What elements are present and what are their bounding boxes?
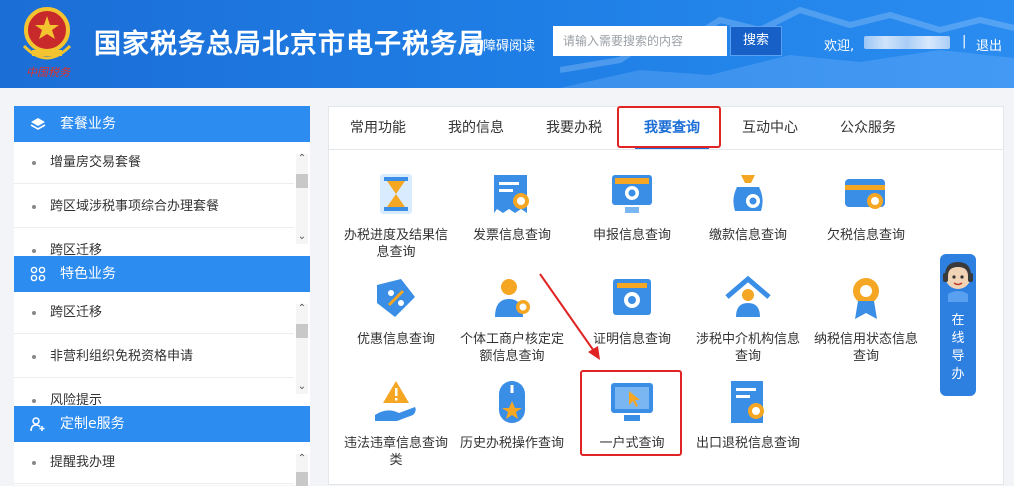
sidebar-item-label: 跨区域涉税事项综合办理套餐: [50, 199, 220, 214]
site-header: 中国税务 国家税务总局北京市电子税务局 无障碍阅读 搜索 欢迎, | 退出: [0, 0, 1014, 88]
guide-char: 在线导办: [951, 313, 965, 382]
card-search-icon: [845, 179, 885, 209]
func-payment-query[interactable]: 缴款信息查询: [693, 169, 803, 244]
red-arrow-annotation: [539, 273, 600, 360]
export-doc-search-icon: [731, 381, 764, 423]
search-input[interactable]: [553, 26, 727, 56]
sidebar-section-title: 套餐业务: [60, 116, 116, 132]
grid-icon: [30, 266, 46, 282]
invoice-search-icon: [494, 175, 529, 213]
func-declaration-query[interactable]: 申报信息查询: [577, 169, 687, 244]
search-button[interactable]: 搜索: [730, 26, 782, 56]
func-label: 办税进度及结果信息查询: [343, 228, 448, 260]
sidebar-item-cross-region-move[interactable]: 跨区迁移: [14, 230, 294, 256]
func-export-refund-query[interactable]: 出口退税信息查询: [693, 377, 803, 452]
func-label: 缴款信息查询: [708, 228, 787, 243]
sidebar-scrollbar[interactable]: ⌃ ⌄: [296, 304, 308, 394]
sidebar-item-risk-notice[interactable]: 风险提示: [14, 380, 294, 406]
func-violation-query[interactable]: 违法违章信息查询类: [341, 377, 451, 469]
func-label: 欠税信息查询: [826, 228, 905, 243]
welcome-text: 欢迎,: [824, 39, 855, 54]
scroll-up-icon[interactable]: ⌃: [296, 304, 308, 314]
seal-text: 中国税务: [26, 66, 70, 79]
func-label: 发票信息查询: [472, 228, 551, 243]
func-history-operation-query[interactable]: 历史办税操作查询: [457, 377, 567, 452]
scroll-down-icon[interactable]: ⌄: [296, 382, 308, 392]
sidebar-section-custom-service[interactable]: 定制e服务: [14, 406, 310, 442]
sidebar-item-incremental-housing[interactable]: 增量房交易套餐: [14, 142, 294, 184]
sidebar-item-cross-region-move-2[interactable]: 跨区迁移: [14, 292, 294, 334]
func-preferential-query[interactable]: 优惠信息查询: [341, 273, 451, 348]
tab-public-service[interactable]: 公众服务: [825, 107, 911, 149]
func-label: 涉税中介机构信息查询: [695, 332, 800, 364]
medal-icon: [853, 278, 879, 319]
mouse-star-icon: [499, 381, 525, 423]
money-bag-search-icon: [733, 175, 763, 211]
sidebar-section-featured[interactable]: 特色业务: [14, 256, 310, 292]
warning-hand-icon: [375, 381, 416, 421]
func-label: 纳税信用状态信息查询: [813, 332, 918, 364]
sidebar-item-nonprofit-exemption[interactable]: 非营利组织免税资格申请: [14, 336, 294, 378]
func-label: 历史办税操作查询: [459, 436, 564, 451]
online-guide-label: 在线导办: [940, 312, 976, 384]
sidebar-scrollbar[interactable]: ⌃ ⌄: [296, 154, 308, 244]
func-tax-arrears-query[interactable]: 欠税信息查询: [811, 169, 921, 244]
tab-common-functions[interactable]: 常用功能: [335, 107, 421, 149]
sidebar-item-label: 跨区迁移: [50, 305, 103, 320]
sidebar-item-label: 非营利组织免税资格申请: [50, 349, 194, 364]
house-person-icon: [725, 275, 771, 317]
func-label: 出口退税信息查询: [695, 436, 800, 451]
sidebar-section-title: 定制e服务: [60, 416, 125, 432]
func-credit-status-query[interactable]: 纳税信用状态信息查询: [811, 273, 921, 365]
sidebar: 套餐业务 增量房交易套餐 跨区域涉税事项综合办理套餐 跨区迁移 ⌃ ⌄ 特色业务…: [14, 106, 310, 486]
national-emblem-icon: [22, 7, 72, 60]
sidebar-item-label: 增量房交易套餐: [50, 155, 142, 170]
highlight-box-query-tab: [617, 106, 721, 148]
scroll-up-icon[interactable]: ⌃: [296, 154, 308, 164]
layers-icon: [30, 118, 46, 130]
header-separator: |: [962, 34, 967, 49]
tab-tax-handling[interactable]: 我要办税: [531, 107, 617, 149]
func-label: 优惠信息查询: [356, 332, 435, 347]
customer-service-avatar-icon: [943, 262, 973, 302]
tab-my-info[interactable]: 我的信息: [433, 107, 519, 149]
sidebar-item-cross-region-package[interactable]: 跨区域涉税事项综合办理套餐: [14, 186, 294, 228]
sidebar-item-remind-me[interactable]: 提醒我办理: [14, 442, 294, 484]
online-guide-button[interactable]: 在线导办: [940, 254, 976, 396]
func-invoice-query[interactable]: 发票信息查询: [457, 169, 567, 244]
logout-link[interactable]: 退出: [976, 35, 1002, 54]
sidebar-item-label: 跨区迁移: [50, 243, 103, 256]
user-plus-icon: [30, 417, 45, 432]
func-label: 申报信息查询: [592, 228, 671, 243]
accessible-reading-link[interactable]: 无障碍阅读: [470, 35, 535, 54]
sidebar-scrollbar[interactable]: ⌃: [296, 454, 308, 486]
monitor-search-icon: [612, 175, 652, 213]
sidebar-section-package[interactable]: 套餐业务: [14, 106, 310, 142]
highlight-box-one-household: [580, 370, 682, 456]
username-redacted: [864, 36, 950, 49]
hourglass-icon: [380, 174, 412, 214]
discount-tag-icon: [377, 279, 415, 317]
func-progress-query[interactable]: 办税进度及结果信息查询: [341, 169, 451, 261]
func-label: 违法违章信息查询类: [343, 436, 448, 468]
scroll-up-icon[interactable]: ⌃: [296, 454, 308, 464]
sidebar-section-title: 特色业务: [60, 266, 116, 282]
sidebar-item-label: 提醒我办理: [50, 455, 116, 470]
sidebar-item-label: 风险提示: [50, 393, 103, 406]
tab-interaction-center[interactable]: 互动中心: [727, 107, 813, 149]
site-title: 国家税务总局北京市电子税务局: [94, 29, 486, 60]
func-tax-agency-query[interactable]: 涉税中介机构信息查询: [693, 273, 803, 365]
certificate-search-icon: [613, 279, 651, 315]
scroll-down-icon[interactable]: ⌄: [296, 232, 308, 242]
